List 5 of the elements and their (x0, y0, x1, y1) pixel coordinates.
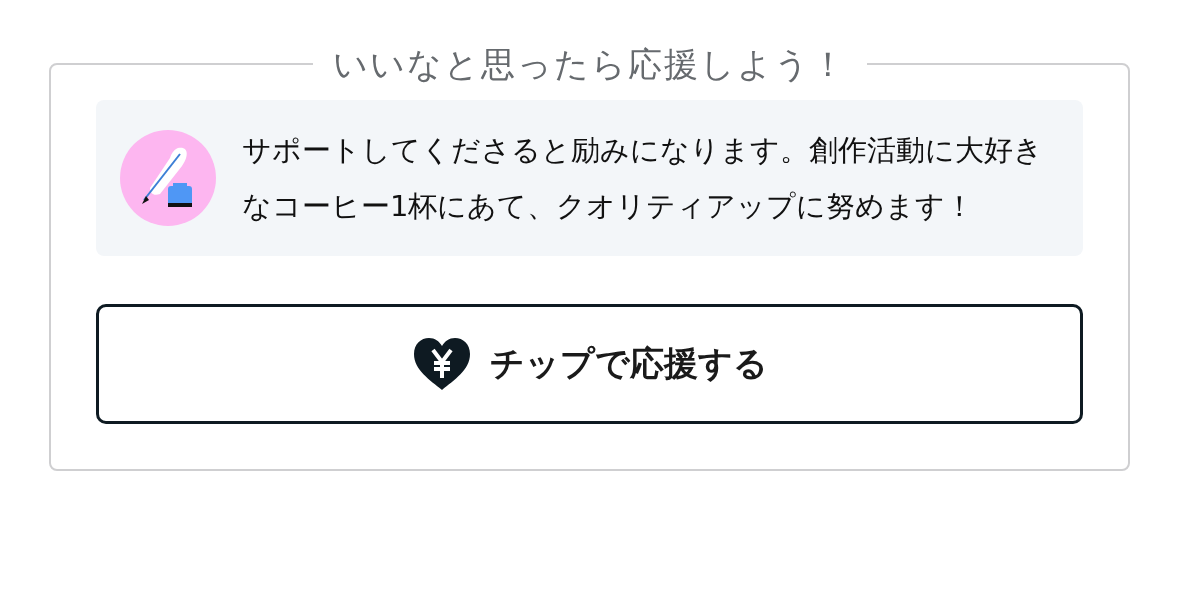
avatar-icon (120, 130, 216, 226)
heart-yen-icon (411, 336, 472, 392)
message-text: サポートしてくださると励みになります。創作活動に大好きなコーヒー1杯にあて、クオリティアップに努めます！ (242, 132, 1044, 225)
panel-title: いいなと思ったら応援しよう！ (331, 43, 848, 86)
tip-button[interactable]: チップで応援する (96, 304, 1083, 424)
